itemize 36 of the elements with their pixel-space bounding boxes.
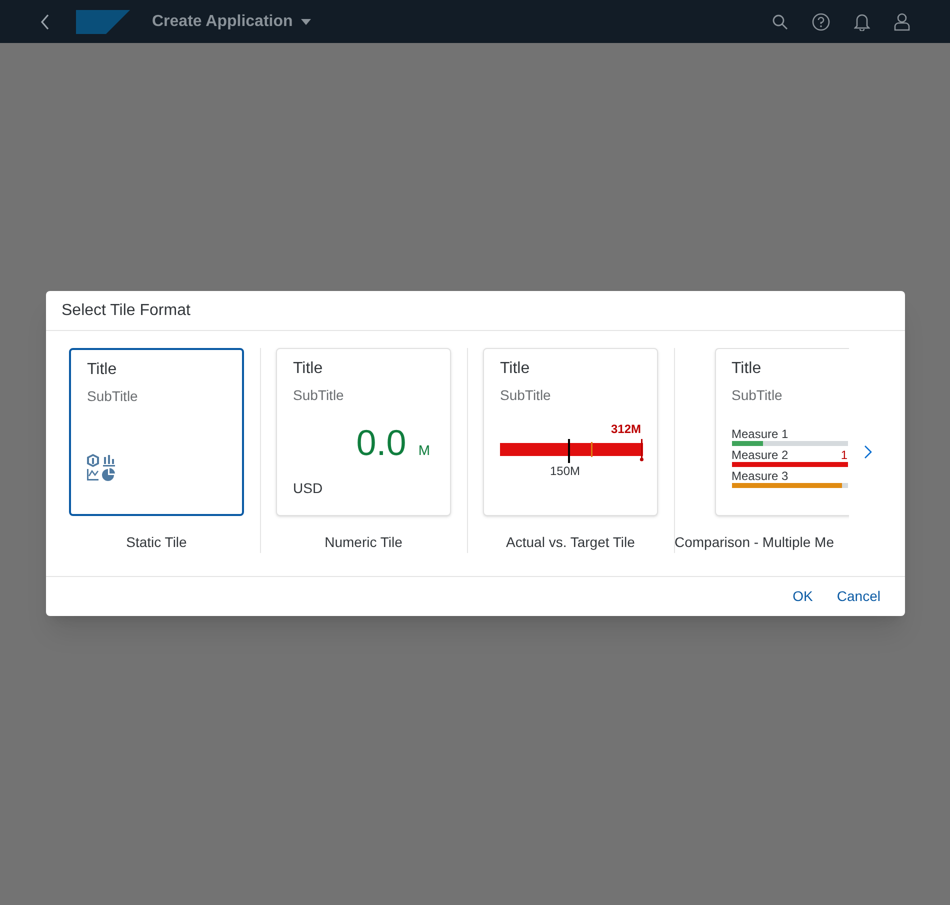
tile-title: Title: [500, 359, 531, 379]
tile-title: Title: [293, 359, 324, 379]
user-icon[interactable]: [894, 12, 910, 30]
tile-subtitle: SubTitle: [500, 387, 552, 403]
unit-label: USD: [293, 479, 324, 498]
actual-value: 312M: [610, 421, 641, 437]
dialog-button[interactable]: Cancel: [828, 582, 888, 611]
tile-card[interactable]: Title SubTitle 0.0 M USD: [276, 348, 451, 516]
bell-icon[interactable]: [854, 12, 870, 30]
target-value: 150M: [550, 463, 582, 479]
tile-subtitle: SubTitle: [732, 387, 784, 403]
caret-icon: [300, 18, 311, 24]
tile-format-label: Actual vs. Target Tile: [506, 533, 635, 552]
help-icon[interactable]: [812, 12, 830, 30]
tile-card[interactable]: Title SubTitle Measure 1 Measure 2 1 Measure 3: [714, 348, 848, 516]
app-title-menu[interactable]: Create Application: [152, 10, 311, 34]
chart-icons-drawing: [87, 454, 117, 482]
measure-value: 1: [840, 448, 848, 462]
tile-card[interactable]: Title SubTitle 312M 150M: [483, 348, 658, 516]
tile-title: Title: [732, 359, 762, 379]
tile-title: Title: [87, 360, 118, 380]
dialog-button[interactable]: OK: [784, 582, 821, 611]
tile-format-label: Comparison - Multiple Me: [674, 533, 834, 552]
search-icon[interactable]: [772, 14, 788, 30]
measure-label: Measure 3: [732, 469, 788, 483]
tile-format-label: Numeric Tile: [324, 533, 402, 552]
measure-label: Measure 1: [732, 427, 788, 441]
tile-card[interactable]: Title SubTitle: [69, 348, 244, 516]
back-icon[interactable]: [40, 14, 50, 30]
scale-label: M: [418, 441, 430, 460]
tile-format-label: Static Tile: [126, 533, 187, 552]
tile-subtitle: SubTitle: [293, 387, 345, 403]
tile-subtitle: SubTitle: [87, 388, 139, 404]
dialog-title: Select Tile Format: [62, 300, 190, 320]
measure-label: Measure 2: [732, 448, 788, 462]
numeric-value: 0.0: [356, 425, 406, 461]
